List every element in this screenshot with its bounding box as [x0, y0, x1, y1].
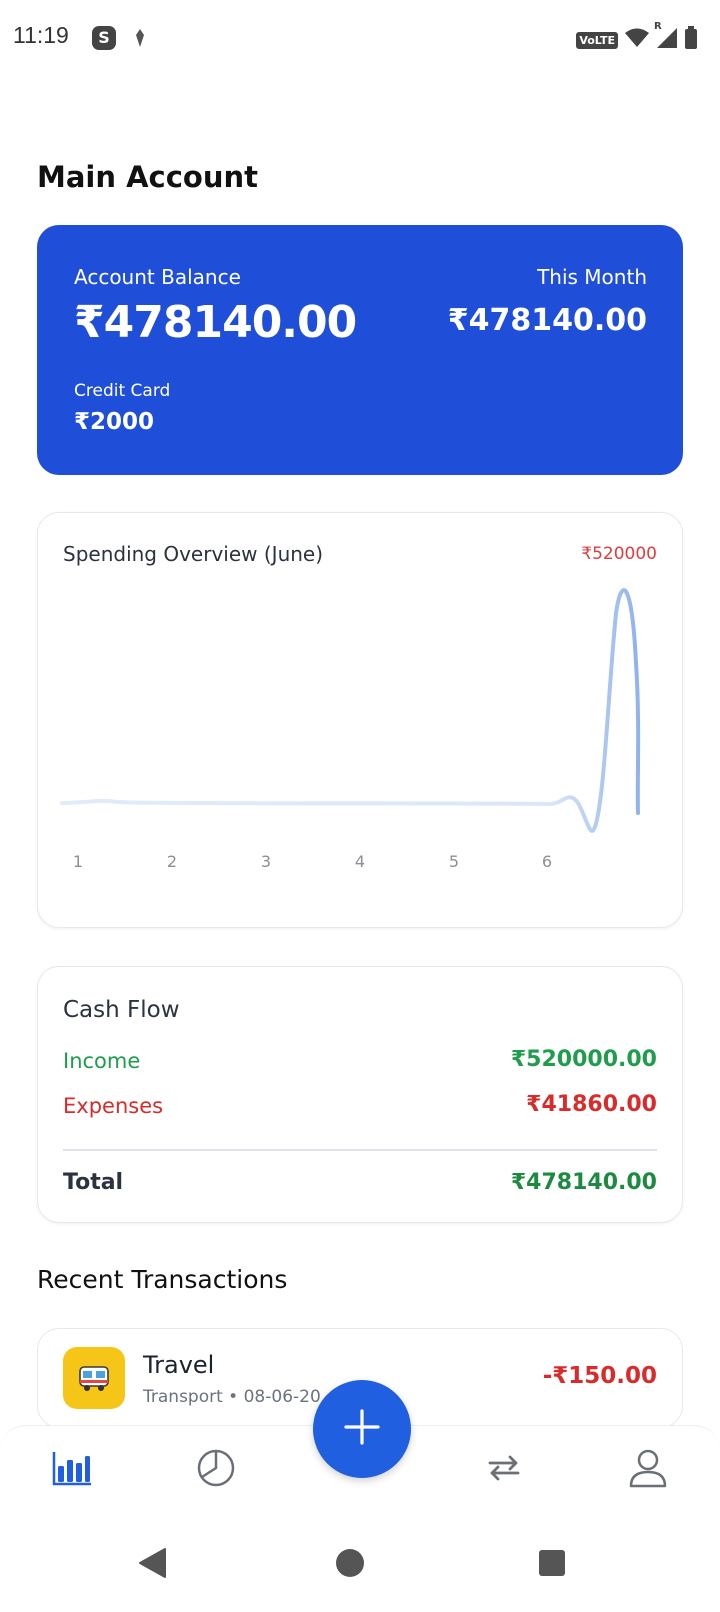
back-icon: [137, 1547, 167, 1583]
status-bar: 11:19 S VoLTE R: [0, 0, 720, 78]
system-nav-bar: [0, 1525, 720, 1612]
this-month-label: This Month: [537, 265, 647, 289]
nav-analytics-button[interactable]: [186, 1440, 246, 1500]
expenses-value: ₹41860.00: [526, 1092, 657, 1117]
pie-chart-icon: [196, 1448, 236, 1492]
x-tick-label: 3: [261, 852, 271, 871]
app-screen: 11:19 S VoLTE R Main Account Account Bal…: [0, 0, 720, 1612]
status-icons: VoLTE R: [576, 21, 698, 54]
balance-card[interactable]: Account Balance ₹478140.00 This Month ₹4…: [37, 225, 683, 475]
roaming-indicator: R: [654, 21, 662, 32]
recents-icon: [538, 1549, 566, 1581]
profile-icon: [628, 1448, 668, 1492]
income-value: ₹520000.00: [510, 1047, 657, 1072]
transaction-meta: Transport • 08-06-20: [143, 1387, 321, 1407]
system-back-button[interactable]: [132, 1545, 172, 1585]
account-balance-value: ₹478140.00: [74, 297, 357, 348]
x-tick-label: 1: [73, 852, 83, 871]
transaction-amount: -₹150.00: [542, 1363, 657, 1389]
add-icon: [342, 1407, 382, 1451]
home-icon: [335, 1548, 365, 1582]
cash-flow-card[interactable]: Cash Flow Income ₹520000.00 Expenses ₹41…: [37, 966, 683, 1223]
status-time: 11:19: [13, 22, 69, 48]
credit-card-label: Credit Card: [74, 381, 171, 401]
this-month-value: ₹478140.00: [447, 303, 647, 338]
signal-icon: R: [654, 21, 678, 53]
credit-card-value: ₹2000: [74, 409, 155, 435]
system-home-button[interactable]: [330, 1545, 370, 1585]
spending-line-chart: 1 2 3 4 5 6: [60, 588, 641, 871]
account-balance-label: Account Balance: [74, 265, 241, 289]
x-tick-label: 2: [167, 852, 177, 871]
system-recents-button[interactable]: [532, 1545, 572, 1585]
nav-transfers-button[interactable]: [474, 1440, 534, 1500]
transfer-icon: [486, 1453, 522, 1487]
app-notification-icon: S: [92, 26, 116, 50]
cash-flow-divider: [63, 1149, 657, 1151]
nav-dashboard-button[interactable]: [42, 1440, 102, 1500]
nav-profile-button[interactable]: [618, 1440, 678, 1500]
spending-series-line: [60, 588, 641, 833]
cash-flow-title: Cash Flow: [63, 997, 180, 1023]
recent-transactions-title: Recent Transactions: [37, 1265, 288, 1294]
notification-dot-icon: [133, 27, 147, 53]
x-tick-label: 5: [449, 852, 459, 871]
total-label: Total: [63, 1170, 124, 1195]
battery-icon: [684, 26, 698, 54]
add-transaction-button[interactable]: [313, 1380, 411, 1478]
bus-icon: [63, 1347, 125, 1409]
x-tick-label: 4: [355, 852, 365, 871]
expenses-label: Expenses: [63, 1094, 164, 1118]
wifi-icon: [624, 28, 650, 52]
volte-icon: VoLTE: [576, 31, 618, 49]
income-label: Income: [63, 1049, 141, 1073]
transaction-name: Travel: [143, 1351, 215, 1379]
page-title: Main Account: [37, 160, 259, 194]
x-tick-label: 6: [542, 852, 552, 871]
total-value: ₹478140.00: [510, 1170, 657, 1195]
spending-overview-card[interactable]: Spending Overview (June) ₹520000 1 2 3 4…: [37, 512, 683, 928]
bar-chart-icon: [52, 1450, 92, 1490]
